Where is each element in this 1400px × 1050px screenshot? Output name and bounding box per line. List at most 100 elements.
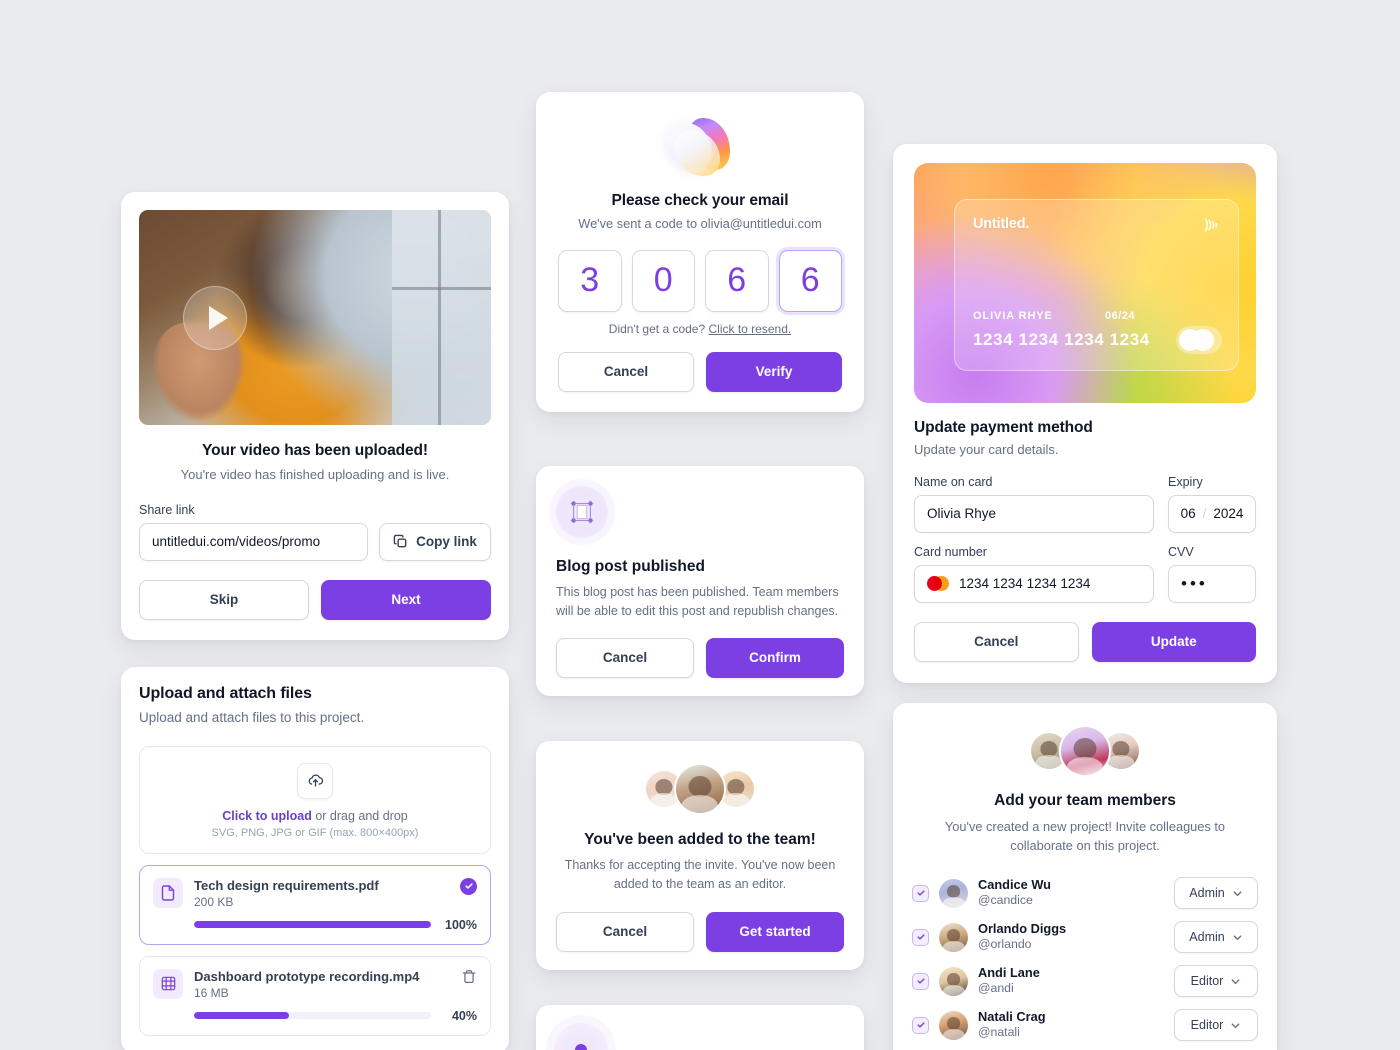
dropzone-action-label[interactable]: Click to upload — [222, 809, 312, 823]
get-started-button[interactable]: Get started — [706, 911, 844, 952]
upload-card-subtitle: Upload and attach files to this project. — [139, 710, 365, 725]
dropzone-rest-label: or drag and drop — [311, 808, 408, 823]
member-checkbox[interactable] — [912, 972, 929, 990]
copy-icon — [393, 534, 408, 549]
cvv-group: CVV ••• — [1168, 545, 1256, 603]
contactless-icon — [1198, 214, 1220, 236]
payment-method-card: Untitled. OLIVIA RHYE 06/24 1234 1234 12… — [893, 144, 1277, 683]
file-pdf-icon — [153, 877, 183, 908]
dropzone-hint: SVG, PNG, JPG or GIF (max. 800×400px) — [211, 826, 419, 839]
otp-card-header: Please check your email We've sent a cod… — [558, 192, 842, 234]
play-icon[interactable] — [183, 285, 247, 350]
video-card-title: Your video has been uploaded! — [202, 442, 428, 459]
card-number-input[interactable]: 1234 1234 1234 1234 — [914, 564, 1154, 603]
check-circle-icon[interactable] — [460, 877, 477, 895]
untitled-ui-logo — [664, 116, 736, 178]
team-card-title: You've been added to the team! — [584, 831, 816, 848]
file-video-icon — [153, 968, 183, 999]
otp-digit-1[interactable]: 3 — [558, 249, 622, 312]
otp-digit-4[interactable]: 6 — [778, 249, 842, 312]
list-item[interactable]: Candice Wu @candice Admin — [912, 871, 1258, 915]
added-to-team-card: You've been added to the team! Thanks fo… — [536, 741, 864, 970]
members-card-title: Add your team members — [994, 792, 1176, 809]
otp-cancel-button[interactable]: Cancel — [558, 351, 694, 392]
payment-cancel-button[interactable]: Cancel — [914, 621, 1079, 662]
chevron-down-icon — [1230, 1020, 1241, 1031]
member-name: Natali Crag — [978, 1009, 1046, 1025]
otp-card-subtitle: We've sent a code to olivia@untitledui.c… — [578, 216, 822, 231]
member-role-select[interactable]: Editor — [1174, 1009, 1258, 1042]
member-role-select[interactable]: Editor — [1174, 965, 1258, 998]
payment-update-label: Update — [1150, 634, 1197, 650]
member-name: Andi Lane — [978, 965, 1040, 981]
next-button[interactable]: Next — [321, 579, 491, 620]
payment-card-actions: Cancel Update — [914, 621, 1256, 662]
member-role-value: Admin — [1189, 886, 1225, 901]
card-number-group: Card number 1234 1234 1234 1234 — [914, 545, 1154, 603]
frame-grid-icon — [556, 486, 608, 538]
team-card-actions: Cancel Get started — [556, 911, 844, 952]
list-item[interactable]: Orlando Diggs @orlando Admin — [912, 915, 1258, 959]
credit-card-expiry: 06/24 — [1105, 310, 1136, 322]
blog-card-subtitle: This blog post has been published. Team … — [556, 585, 839, 618]
payment-cancel-label: Cancel — [974, 634, 1019, 650]
file-size: 200 KB — [194, 894, 234, 909]
member-role-select[interactable]: Admin — [1174, 921, 1258, 954]
file-size: 16 MB — [194, 985, 229, 1000]
otp-digit-3[interactable]: 6 — [705, 249, 769, 312]
progress-percent: 100% — [445, 917, 477, 932]
credit-card-holder: OLIVIA RHYE — [973, 310, 1053, 322]
resend-link[interactable]: Click to resend. — [709, 322, 792, 336]
upload-card-title: Upload and attach files — [139, 685, 312, 702]
add-team-members-card: Add your team members You've created a n… — [893, 703, 1277, 1050]
file-row[interactable]: Tech design requirements.pdf 200 KB 100% — [139, 864, 491, 945]
otp-verify-label: Verify — [755, 364, 793, 380]
video-thumbnail[interactable] — [139, 210, 491, 425]
cvv-value: ••• — [1181, 574, 1208, 594]
share-link-label: Share link — [139, 502, 195, 517]
otp-digit-2[interactable]: 0 — [631, 249, 695, 312]
expiry-input[interactable]: 06 / 2024 — [1168, 494, 1256, 533]
chevron-down-icon — [1230, 976, 1241, 987]
video-card-header: Your video has been uploaded! You're vid… — [139, 442, 491, 485]
cvv-input[interactable]: ••• — [1168, 564, 1256, 603]
member-handle: @andi — [978, 981, 1014, 996]
expiry-group: Expiry 06 / 2024 — [1168, 475, 1256, 533]
member-handle: @natali — [978, 1025, 1020, 1040]
member-role-select[interactable]: Admin — [1174, 877, 1258, 910]
name-on-card-input[interactable]: Olivia Rhye — [914, 494, 1154, 533]
member-checkbox[interactable] — [912, 928, 929, 946]
share-link-input[interactable]: untitledui.com/videos/promo — [139, 522, 368, 561]
blog-card-actions: Cancel Confirm — [556, 637, 844, 678]
cvv-label: CVV — [1168, 544, 1194, 559]
file-dropzone[interactable]: Click to upload or drag and drop SVG, PN… — [139, 745, 491, 854]
file-progress: 100% — [194, 918, 477, 932]
name-expiry-row: Name on card Olivia Rhye Expiry 06 / 202… — [914, 475, 1256, 533]
card-number-label: Card number — [914, 544, 987, 559]
team-cancel-label: Cancel — [602, 924, 648, 939]
list-item[interactable]: Natali Crag @natali Editor — [912, 1003, 1258, 1047]
cloud-upload-icon — [297, 762, 333, 799]
skip-button[interactable]: Skip — [139, 579, 309, 620]
progress-percent: 40% — [451, 1008, 477, 1023]
card-number-value: 1234 1234 1234 1234 — [959, 576, 1091, 592]
blog-confirm-button[interactable]: Confirm — [706, 637, 844, 678]
copy-link-button[interactable]: Copy link — [379, 522, 491, 561]
list-item[interactable]: Andi Lane @andi Editor — [912, 959, 1258, 1003]
members-card-header: Add your team members You've created a n… — [912, 725, 1258, 855]
team-cancel-button[interactable]: Cancel — [556, 911, 694, 952]
window-decor — [392, 210, 491, 425]
payment-update-button[interactable]: Update — [1091, 621, 1256, 662]
otp-verify-button[interactable]: Verify — [706, 351, 842, 392]
member-checkbox[interactable] — [912, 884, 929, 902]
video-card-subtitle: You're video has finished uploading and … — [180, 467, 450, 482]
video-uploaded-card: Your video has been uploaded! You're vid… — [121, 192, 509, 640]
blog-cancel-button[interactable]: Cancel — [556, 637, 694, 678]
members-card-subtitle: You've created a new project! Invite col… — [944, 819, 1226, 854]
credit-card-number: 1234 1234 1234 1234 — [973, 330, 1150, 349]
member-checkbox[interactable] — [912, 1016, 929, 1034]
file-row[interactable]: Dashboard prototype recording.mp4 16 MB … — [139, 955, 491, 1036]
share-link-group: Share link untitledui.com/videos/promo C… — [139, 503, 491, 561]
trash-icon[interactable] — [461, 969, 477, 985]
member-info: Natali Crag @natali — [978, 1009, 1164, 1041]
